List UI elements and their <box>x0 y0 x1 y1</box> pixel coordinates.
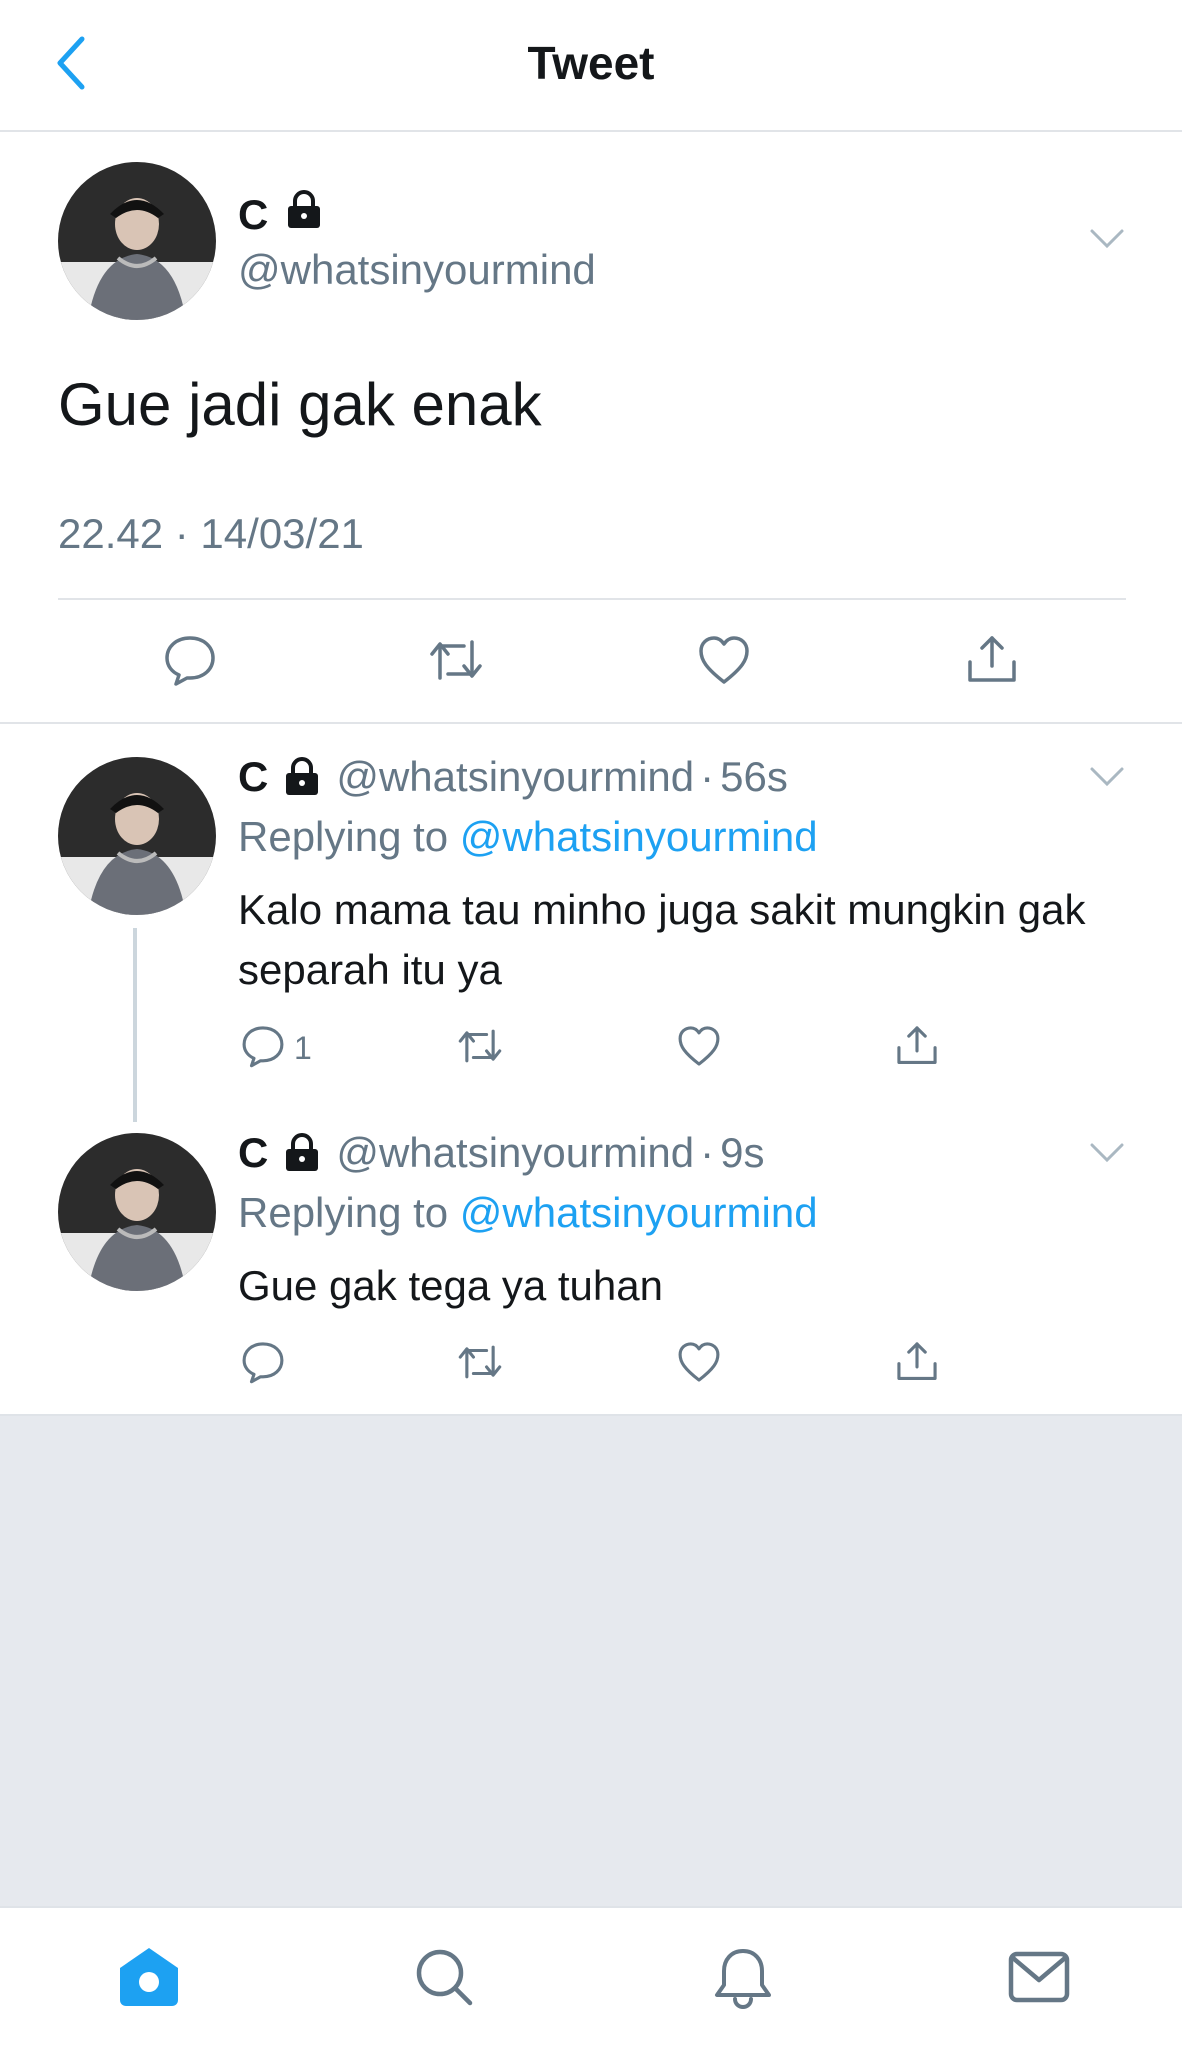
tweet-menu-button[interactable] <box>1082 754 1132 804</box>
retweet-button[interactable] <box>416 622 496 702</box>
tab-search[interactable] <box>399 1934 489 2024</box>
tweet-timestamp: 22.42 · 14/03/21 <box>58 510 364 557</box>
reply-time: 9s <box>720 1129 765 1176</box>
like-button[interactable] <box>676 1334 722 1394</box>
share-icon <box>894 1339 940 1390</box>
tab-home[interactable] <box>104 1934 194 2024</box>
author-handle: @whatsinyourmind <box>238 246 596 293</box>
tab-notifications[interactable] <box>698 1934 788 2024</box>
empty-area <box>0 1414 1182 1908</box>
page-title: Tweet <box>527 37 655 89</box>
share-button[interactable] <box>952 622 1032 702</box>
tab-bar <box>0 1906 1182 2050</box>
chevron-down-icon <box>1089 1142 1125 1169</box>
retweet-button[interactable] <box>455 1018 505 1078</box>
like-button[interactable] <box>676 1018 722 1078</box>
reply-button[interactable] <box>150 622 230 702</box>
lock-icon <box>284 190 324 240</box>
tweet-menu-button[interactable] <box>1082 216 1132 266</box>
like-button[interactable] <box>684 622 764 702</box>
reply-icon <box>162 632 218 693</box>
search-icon <box>412 1945 476 2014</box>
replying-to-mention[interactable]: @whatsinyourmind <box>460 1189 818 1236</box>
tweet-actions <box>0 622 1182 702</box>
retweet-button[interactable] <box>455 1334 505 1394</box>
replying-to-label: Replying to <box>238 1189 449 1236</box>
author-name: C <box>238 190 324 240</box>
reply-icon <box>240 1339 286 1390</box>
divider <box>58 598 1126 600</box>
reply-header: C @whatsinyourmind · 56s <box>238 753 788 801</box>
like-icon <box>676 1023 722 1074</box>
reply-actions: 1 <box>0 1018 1182 1078</box>
author-handle: @whatsinyourmind <box>336 1129 695 1176</box>
author-name: C <box>238 753 269 800</box>
avatar[interactable] <box>58 757 216 915</box>
avatar[interactable] <box>58 1133 216 1291</box>
replying-to: Replying to @whatsinyourmind <box>238 1189 818 1237</box>
retweet-icon <box>455 1339 505 1390</box>
share-icon <box>964 632 1020 693</box>
replying-to: Replying to @whatsinyourmind <box>238 813 818 861</box>
avatar[interactable] <box>58 162 216 320</box>
divider <box>0 722 1182 724</box>
reply-header: C @whatsinyourmind · 9s <box>238 1129 764 1177</box>
notifications-icon <box>711 1945 775 2014</box>
retweet-icon <box>455 1023 505 1074</box>
reply-time: 56s <box>720 753 788 800</box>
reply-icon <box>240 1023 286 1074</box>
reply-text: Gue gak tega ya tuhan <box>238 1262 663 1309</box>
tweet-text: Gue jadi gak enak <box>58 371 542 438</box>
top-bar: Tweet <box>0 0 1182 132</box>
share-button[interactable] <box>894 1334 940 1394</box>
chevron-down-icon <box>1089 228 1125 255</box>
home-icon <box>114 1942 184 2017</box>
separator-dot: · <box>700 753 715 800</box>
replying-to-mention[interactable]: @whatsinyourmind <box>460 813 818 860</box>
lock-icon <box>282 757 322 797</box>
author-handle: @whatsinyourmind <box>336 753 695 800</box>
like-icon <box>696 632 752 693</box>
share-button[interactable] <box>894 1018 940 1078</box>
author-name-text: C <box>238 191 269 238</box>
reply-button[interactable] <box>240 1334 294 1394</box>
tweet-menu-button[interactable] <box>1082 1130 1132 1180</box>
share-icon <box>894 1023 940 1074</box>
messages-icon <box>1007 1950 1071 2009</box>
lock-icon <box>282 1133 322 1173</box>
reply-button[interactable]: 1 <box>240 1018 312 1078</box>
reply-actions <box>0 1334 1182 1394</box>
replying-to-label: Replying to <box>238 813 449 860</box>
like-icon <box>676 1339 722 1390</box>
chevron-down-icon <box>1089 766 1125 793</box>
retweet-icon <box>426 632 486 693</box>
reply-count: 1 <box>294 1029 312 1066</box>
author-name: C <box>238 1129 269 1176</box>
separator-dot: · <box>700 1129 715 1176</box>
reply-text: Kalo mama tau minho juga sakit mungkin g… <box>238 886 1086 993</box>
tab-messages[interactable] <box>994 1934 1084 2024</box>
